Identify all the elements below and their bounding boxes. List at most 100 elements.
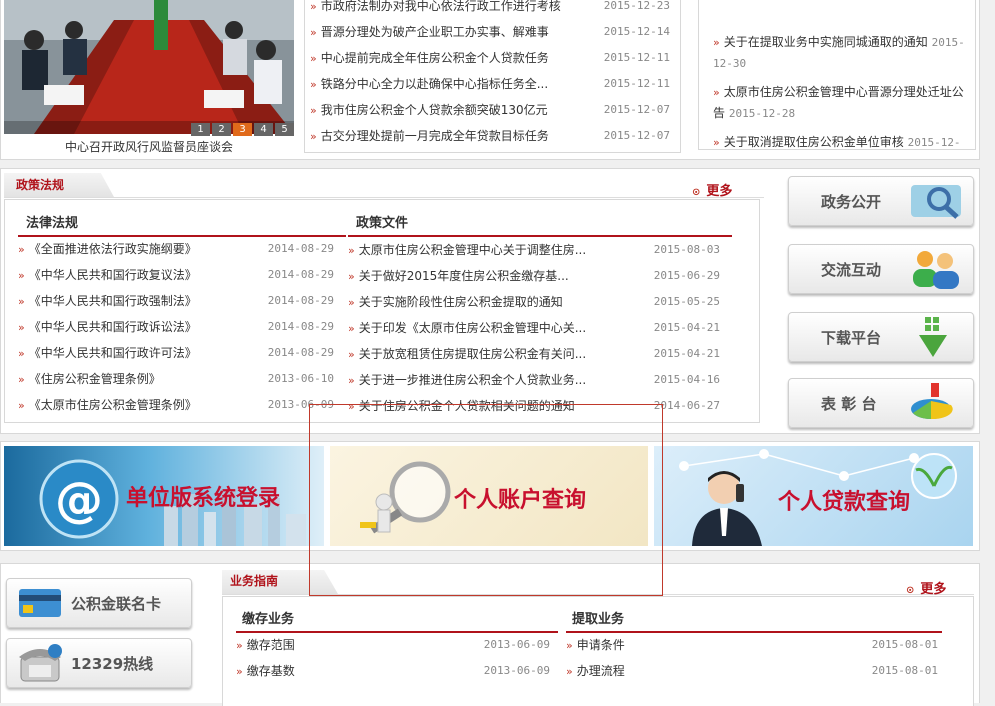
arrow-icon: » [18,321,25,334]
list-item[interactable]: » 缴存范围 2013-06-09 [236,632,552,658]
arrow-icon: » [18,269,25,282]
telephone-icon [19,644,62,682]
arrow-icon: » [310,104,317,117]
pager-1[interactable]: 1 [191,123,210,136]
arrow-icon: » [713,86,720,99]
svg-text:@: @ [55,472,103,528]
list-item[interactable]: » 《中华人民共和国行政复议法》 2014-08-29 [18,262,336,288]
arrow-icon: » [310,0,317,13]
arrow-icon: » [310,52,317,65]
guide-tab-bar: 业务指南 ⊙ 更多 [222,570,974,597]
card-icon [19,589,61,617]
top-news-list: » 市政府法制办对我中心依法行政工作进行考核 2015-12-23 » 晋源分理处为破… [310,0,674,149]
personal-account-banner[interactable]: 个人账户查询 [330,446,648,546]
arrow-icon: » [566,639,573,652]
arrow-icon: » [348,270,355,283]
guide-more-link[interactable]: ⊙ 更多 [906,578,946,597]
arrow-icon: » [348,322,355,335]
policy-tab-bar: 政策法规 ⊙ 更多 [4,173,764,199]
arrow-icon: » [713,36,720,49]
personal-loan-label[interactable]: 个人贷款查询 [778,484,910,516]
joint-card-button[interactable]: 公积金联名卡 [6,578,192,628]
list-item[interactable]: » 办理流程 2015-08-01 [566,658,938,684]
more-icon: ⊙ [692,187,701,198]
list-item[interactable]: » 我市住房公积金个人贷款余额突破130亿元 2015-12-07 [310,97,674,123]
laws-list: » 《全面推进依法行政实施纲要》 2014-08-29 » 《中华人民共和国行政复议法… [18,236,336,418]
personal-loan-banner[interactable]: 个人贷款查询 [654,446,973,546]
notice-box: » 关于在提取业务中实施同城通取的通知 2015-12-30 » 太原市住房公积金管… [698,0,976,150]
users-icon [913,251,959,289]
honor-board-button[interactable]: 表 彰 台 [788,378,974,428]
laws-heading: 法律法规 [18,212,346,237]
arrow-icon: » [236,665,243,678]
list-item[interactable]: » 关于做好2015年度住房公积金缴存基... 2015-06-29 [348,263,720,289]
list-item[interactable]: » 申请条件 2015-08-01 [566,632,938,658]
list-item[interactable]: » 《全面推进依法行政实施纲要》 2014-08-29 [18,236,336,262]
unit-login-label[interactable]: 单位版系统登录 [126,480,280,512]
policy-more-link[interactable]: ⊙ 更多 [692,180,732,199]
deposit-list: » 缴存范围 2013-06-09 » 缴存基数 2013-06-09 [236,632,552,684]
magnifier-figure-icon [360,461,451,534]
list-item[interactable]: » 《中华人民共和国行政强制法》 2014-08-29 [18,288,336,314]
magnifier-icon [911,185,961,219]
pager-2[interactable]: 2 [212,123,231,136]
list-item[interactable]: » 关于进一步推进住房公积金个人贷款业务... 2015-04-16 [348,367,720,393]
businessman-phone-image [692,471,762,546]
meeting-room-image [4,0,294,134]
pager-3[interactable]: 3 [233,123,252,136]
arrow-icon: » [713,136,720,149]
news-photo[interactable] [4,0,294,134]
arrow-icon: » [18,243,25,256]
download-button[interactable]: 下载平台 [788,312,974,362]
list-item[interactable]: » 关于印发《太原市住房公积金管理中心关... 2015-04-21 [348,315,720,341]
pager-4[interactable]: 4 [254,123,273,136]
arrow-icon: » [310,78,317,91]
docs-heading: 政策文件 [348,212,732,237]
personal-account-label[interactable]: 个人账户查询 [454,482,586,514]
pager-5[interactable]: 5 [275,123,294,136]
notice-item[interactable]: » 关于在提取业务中实施同城通取的通知 2015-12-30 [713,32,967,74]
arrow-icon: » [566,665,573,678]
list-item[interactable]: » 《住房公积金管理条例》 2013-06-10 [18,366,336,392]
download-arrow-icon [919,317,947,357]
list-item[interactable]: » 市政府法制办对我中心依法行政工作进行考核 2015-12-23 [310,0,674,19]
list-item[interactable]: » 关于住房公积金个人贷款相关问题的通知 2014-06-27 [348,393,720,419]
list-item[interactable]: » 晋源分理处为破产企业职工办实事、解难事 2015-12-14 [310,19,674,45]
unit-login-banner[interactable]: @ 单位版系统登录 [4,446,324,546]
list-item[interactable]: » 关于放宽租赁住房提取住房公积金有关问... 2015-04-21 [348,341,720,367]
hotline-button[interactable]: 12329热线 [6,638,192,688]
list-item[interactable]: » 《太原市住房公积金管理条例》 2013-06-09 [18,392,336,418]
docs-list: » 太原市住房公积金管理中心关于调整住房... 2015-08-03 » 关于做好20… [348,237,720,419]
deposit-heading: 缴存业务 [236,608,558,633]
list-item[interactable]: » 中心提前完成全年住房公积金个人贷款任务 2015-12-11 [310,45,674,71]
arrow-icon: » [18,295,25,308]
photo-pager: 12345 [4,121,294,136]
arrow-icon: » [18,399,25,412]
interaction-button[interactable]: 交流互动 [788,244,974,294]
photo-caption[interactable]: 中心召开政风行风监督员座谈会 [4,138,294,155]
email-globe-icon: @ [39,459,119,539]
arrow-icon: » [310,130,317,143]
arrow-icon: » [18,347,25,360]
arrow-icon: » [348,400,355,413]
list-item[interactable]: » 《中华人民共和国行政诉讼法》 2014-08-29 [18,314,336,340]
withdraw-list: » 申请条件 2015-08-01 » 办理流程 2015-08-01 [566,632,938,684]
gov-affairs-button[interactable]: 政务公开 [788,176,974,226]
arrow-icon: » [236,639,243,652]
notice-item[interactable]: »关于取消提取住房公积金单位审核 2015-12-18 [713,132,967,149]
arrow-icon: » [18,373,25,386]
list-item[interactable]: » 古交分理处提前一月完成全年贷款目标任务 2015-12-07 [310,123,674,149]
pie-chart-icon [911,383,953,420]
arrow-icon: » [310,26,317,39]
list-item[interactable]: » 铁路分中心全力以赴确保中心指标任务全... 2015-12-11 [310,71,674,97]
arrow-icon: » [348,244,355,257]
guide-tab-label[interactable]: 业务指南 [218,569,278,593]
arrow-icon: » [348,374,355,387]
notice-item[interactable]: » 太原市住房公积金管理中心晋源分理处迁址公告 2015-12-28 [713,82,967,124]
policy-tab-label[interactable]: 政策法规 [4,173,64,197]
list-item[interactable]: » 缴存基数 2013-06-09 [236,658,552,684]
list-item[interactable]: » 关于实施阶段性住房公积金提取的通知 2015-05-25 [348,289,720,315]
list-item[interactable]: » 《中华人民共和国行政许可法》 2014-08-29 [18,340,336,366]
arrow-icon: » [348,296,355,309]
list-item[interactable]: » 太原市住房公积金管理中心关于调整住房... 2015-08-03 [348,237,720,263]
